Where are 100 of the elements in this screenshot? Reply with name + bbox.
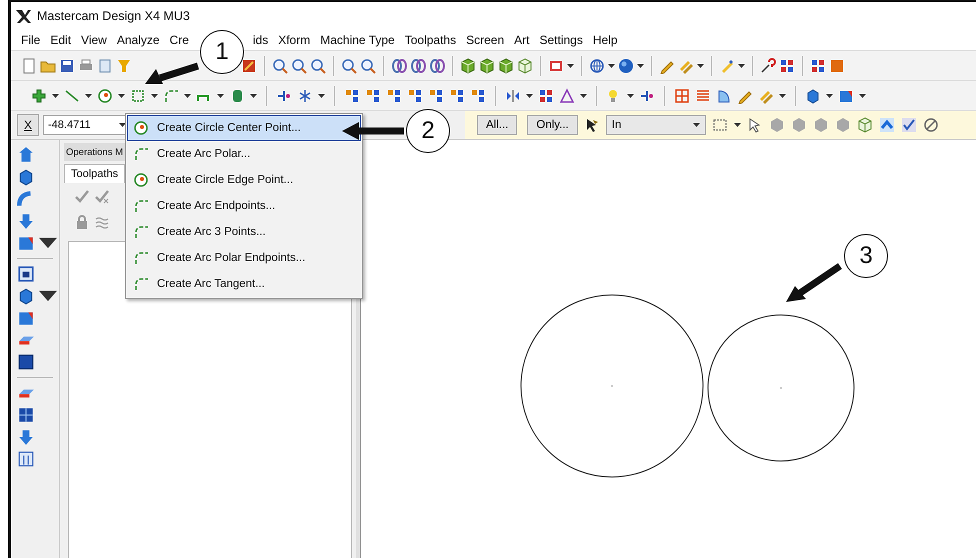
caret-icon[interactable]	[526, 94, 533, 98]
chain-icon[interactable]	[391, 58, 407, 74]
caret-icon[interactable]	[637, 64, 644, 68]
menu-item[interactable]: Toolpaths	[400, 32, 462, 46]
block-icon[interactable]	[922, 117, 939, 133]
grid-icon[interactable]	[810, 58, 826, 74]
caret-icon[interactable]	[119, 123, 126, 127]
cursor-icon[interactable]	[746, 117, 763, 133]
grid-icon[interactable]	[779, 58, 795, 74]
grid-icon[interactable]	[538, 88, 554, 104]
caret-icon[interactable]	[250, 94, 257, 98]
x-coordinate-label[interactable]: X	[17, 114, 39, 136]
mirror-icon[interactable]	[505, 88, 521, 104]
arc-icon[interactable]	[133, 276, 149, 292]
blocks-icon[interactable]	[407, 88, 423, 104]
file-icon[interactable]	[21, 58, 37, 74]
menu-item[interactable]: Machine Type	[315, 32, 400, 46]
arc-icon[interactable]	[133, 250, 149, 266]
caret-icon[interactable]	[567, 64, 574, 68]
blocks-icon[interactable]	[365, 88, 381, 104]
check-icon[interactable]	[900, 117, 917, 133]
caret-icon[interactable]	[85, 94, 92, 98]
caret-icon[interactable]	[627, 94, 634, 98]
arrow-icon[interactable]	[17, 146, 35, 164]
caret-icon[interactable]	[151, 94, 158, 98]
menu-item[interactable]: File	[16, 32, 46, 46]
menu-item[interactable]: Edit	[45, 32, 76, 46]
solid-icon[interactable]	[805, 88, 821, 104]
zoom-icon[interactable]	[360, 58, 376, 74]
caret-icon[interactable]	[580, 94, 587, 98]
caret-icon[interactable]	[118, 94, 125, 98]
blocks-icon[interactable]	[470, 88, 486, 104]
menu-item[interactable]: Help	[588, 32, 623, 46]
caret-icon[interactable]	[779, 94, 786, 98]
globe-icon[interactable]	[589, 58, 605, 74]
blocks-icon[interactable]	[449, 88, 465, 104]
box-icon[interactable]	[17, 353, 35, 371]
zoom-icon[interactable]	[272, 58, 288, 74]
arc-icon[interactable]	[133, 146, 149, 162]
lines-icon[interactable]	[695, 88, 711, 104]
solid-icon[interactable]	[17, 168, 35, 186]
frame-icon[interactable]	[17, 265, 35, 283]
circle-icon[interactable]	[97, 88, 113, 104]
blocks-icon[interactable]	[344, 88, 360, 104]
caret-icon[interactable]	[692, 123, 700, 127]
check-icon[interactable]	[94, 188, 110, 204]
caret-icon[interactable]	[318, 94, 325, 98]
menu-item[interactable]: Create Arc Endpoints...	[127, 193, 361, 219]
caret-icon[interactable]	[697, 64, 704, 68]
caret-icon[interactable]	[608, 64, 615, 68]
asterisk-icon[interactable]	[297, 88, 313, 104]
arc-icon[interactable]	[133, 198, 149, 214]
selection-box-icon[interactable]	[712, 117, 728, 133]
menu-item[interactable]: Cre	[164, 32, 194, 46]
arrow-icon[interactable]	[17, 212, 35, 230]
help-icon[interactable]	[760, 58, 776, 74]
filter-button[interactable]: Only...	[527, 115, 578, 135]
blocks-icon[interactable]	[386, 88, 402, 104]
menu-item[interactable]: Create Arc 3 Points...	[127, 219, 361, 245]
menu-item[interactable]: Create Circle Center Point...	[127, 115, 361, 141]
zoom-icon[interactable]	[291, 58, 307, 74]
caret-icon[interactable]	[217, 94, 224, 98]
zoom-icon[interactable]	[341, 58, 357, 74]
arc-icon[interactable]	[163, 88, 179, 104]
menu-item[interactable]: Settings	[534, 32, 588, 46]
blocks-icon[interactable]	[428, 88, 444, 104]
rectangle-icon[interactable]	[130, 88, 146, 104]
caret-icon[interactable]	[859, 94, 866, 98]
menu-item[interactable]: Create Arc Polar Endpoints...	[127, 245, 361, 271]
arrow-icon[interactable]	[17, 428, 35, 446]
solid-icon[interactable]	[17, 287, 35, 305]
plus-icon[interactable]	[31, 88, 47, 104]
circle-icon[interactable]	[133, 120, 149, 136]
menu-item[interactable]: Art	[509, 32, 534, 46]
triangle-icon[interactable]	[559, 88, 575, 104]
menu-item[interactable]: Analyze	[112, 32, 165, 46]
filter-button[interactable]: All...	[477, 115, 518, 135]
chain-icon[interactable]	[410, 58, 426, 74]
menu-item[interactable]: Create Circle Edge Point...	[127, 167, 361, 193]
grid-icon[interactable]	[674, 88, 690, 104]
save-icon[interactable]	[59, 58, 75, 74]
caret-icon[interactable]	[184, 94, 191, 98]
caret-icon[interactable]	[52, 94, 59, 98]
line-icon[interactable]	[64, 88, 80, 104]
menu-item[interactable]: ids	[248, 32, 274, 46]
check-icon[interactable]	[74, 188, 90, 204]
caret-icon[interactable]	[738, 64, 745, 68]
panel-tab[interactable]: Toolpaths	[64, 164, 126, 183]
menu-item[interactable]: Xform	[273, 32, 316, 46]
chain-icon[interactable]	[429, 58, 445, 74]
caret-icon[interactable]	[826, 94, 833, 98]
panel-icon[interactable]	[17, 450, 35, 468]
shape-icon[interactable]	[829, 58, 845, 74]
page-icon[interactable]	[97, 58, 113, 74]
tiles-icon[interactable]	[17, 406, 35, 424]
sphere-icon[interactable]	[618, 58, 634, 74]
zoom-icon[interactable]	[310, 58, 326, 74]
caret-icon[interactable]	[734, 123, 741, 127]
menu-item[interactable]: View	[76, 32, 112, 46]
arc-icon[interactable]	[133, 224, 149, 240]
